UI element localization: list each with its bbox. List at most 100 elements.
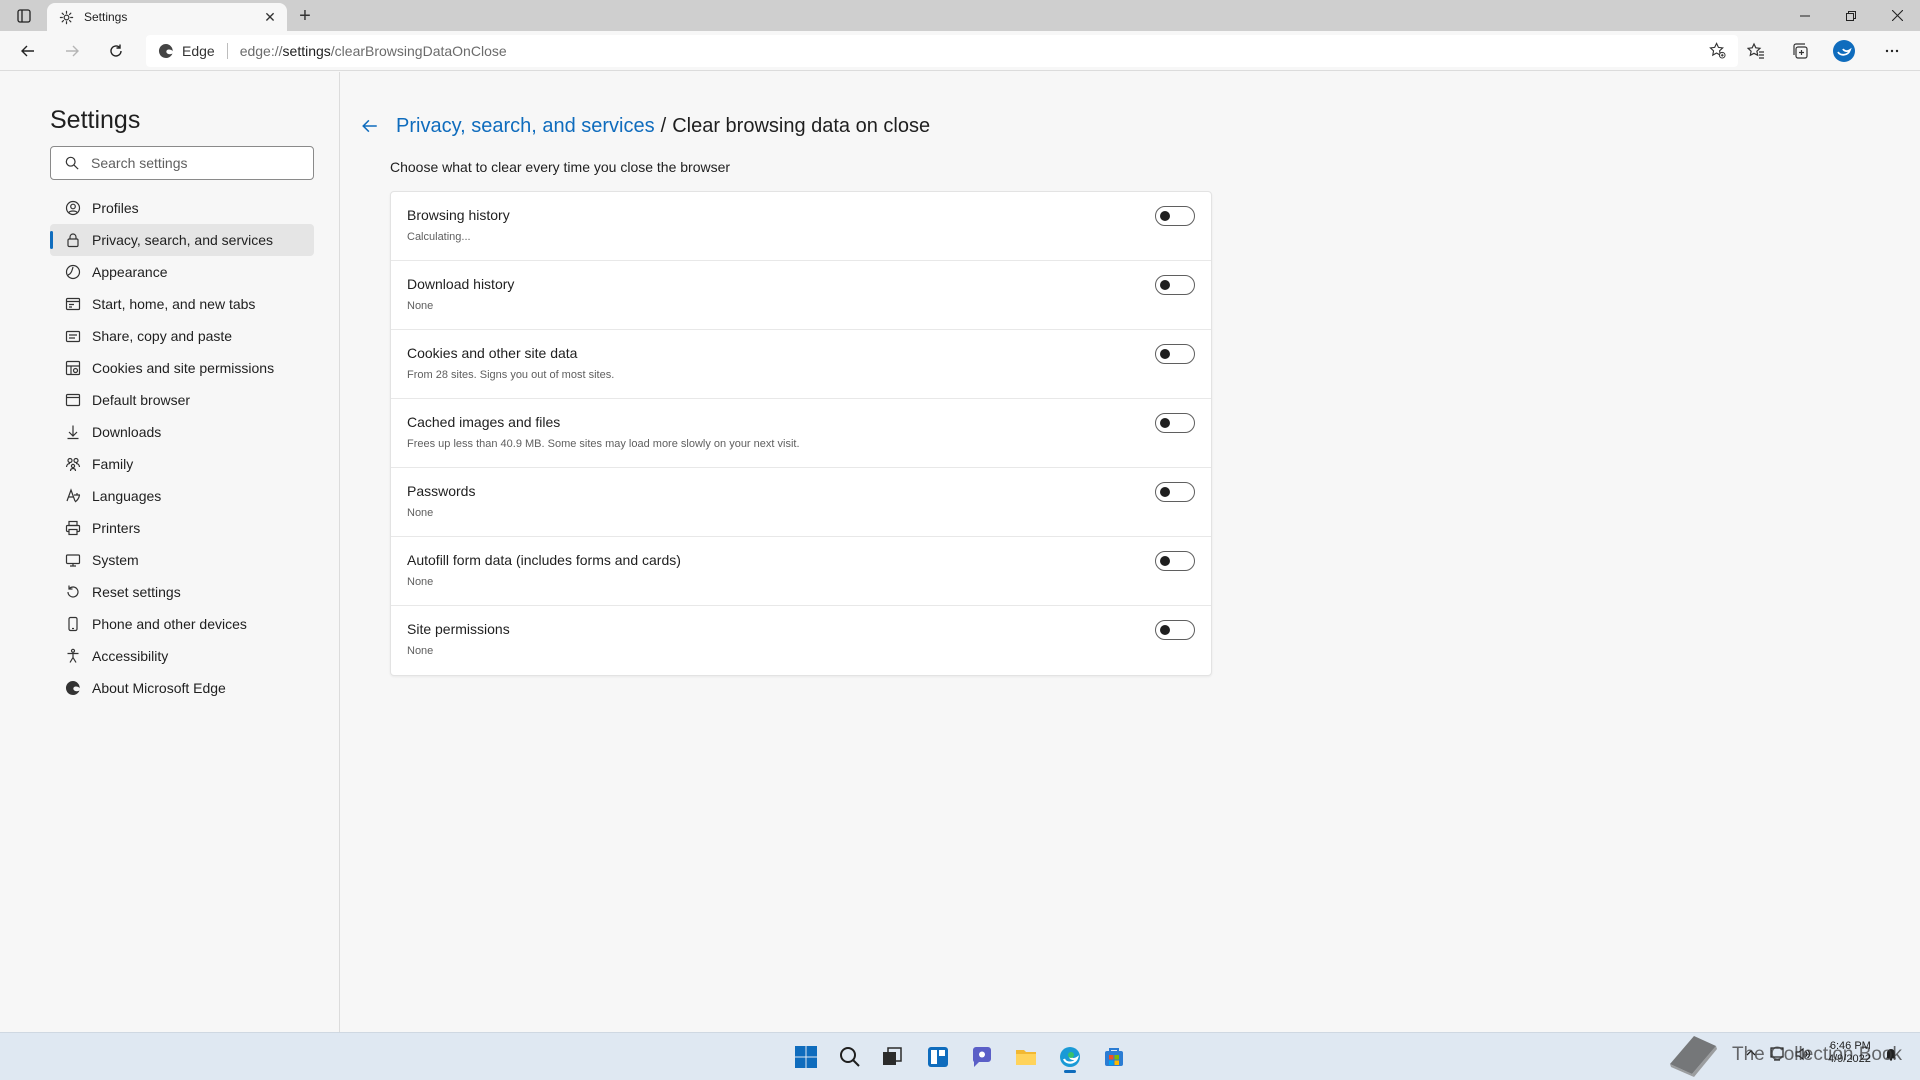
sidebar-nav-list: Profiles Privacy, search, and services A… xyxy=(50,192,314,704)
back-to-privacy-button[interactable] xyxy=(356,112,384,140)
sidebar-item-label: Phone and other devices xyxy=(92,616,247,632)
taskbar xyxy=(0,1032,1920,1080)
option-browsing-history: Browsing history Calculating... xyxy=(391,192,1211,261)
cached-images-toggle[interactable] xyxy=(1155,413,1195,433)
sidebar-item-reset-settings[interactable]: Reset settings xyxy=(50,576,314,608)
page-title: Clear browsing data on close xyxy=(672,114,931,137)
sidebar-item-family[interactable]: Family xyxy=(50,448,314,480)
restore-button[interactable] xyxy=(1828,0,1874,31)
appearance-icon xyxy=(64,263,82,281)
site-permissions-toggle[interactable] xyxy=(1155,620,1195,640)
close-icon xyxy=(1891,10,1903,21)
taskbar-search-button[interactable] xyxy=(832,1041,868,1073)
profile-button[interactable] xyxy=(1829,37,1859,65)
minimize-button[interactable] xyxy=(1782,0,1828,31)
phone-icon xyxy=(64,615,82,633)
gear-icon xyxy=(59,10,74,24)
sidebar-item-label: Profiles xyxy=(92,200,139,216)
option-title: Browsing history xyxy=(407,207,510,223)
sidebar-item-cookies-permissions[interactable]: Cookies and site permissions xyxy=(50,352,314,384)
search-settings-box[interactable] xyxy=(50,146,314,180)
refresh-button[interactable] xyxy=(101,37,131,65)
edge-icon xyxy=(64,679,82,697)
edge-taskbar-button[interactable] xyxy=(1052,1041,1088,1073)
family-icon xyxy=(64,455,82,473)
option-title: Download history xyxy=(407,276,515,292)
forward-button[interactable] xyxy=(57,37,87,65)
breadcrumb: Privacy, search, and services / Clear br… xyxy=(356,112,930,140)
sidebar-item-privacy[interactable]: Privacy, search, and services xyxy=(50,224,314,256)
passwords-toggle[interactable] xyxy=(1155,482,1195,502)
widgets-button[interactable] xyxy=(920,1041,956,1073)
option-passwords: Passwords None xyxy=(391,468,1211,537)
taskbar-clock[interactable]: 6:46 PM 4/9/2022 xyxy=(1828,1040,1871,1066)
cookies-toggle[interactable] xyxy=(1155,344,1195,364)
sidebar-item-start-home-tabs[interactable]: Start, home, and new tabs xyxy=(50,288,314,320)
option-description: Calculating... xyxy=(407,231,471,243)
sidebar-item-printers[interactable]: Printers xyxy=(50,512,314,544)
tab-actions-button[interactable] xyxy=(10,5,38,27)
sidebar-item-default-browser[interactable]: Default browser xyxy=(50,384,314,416)
url-path: /clearBrowsingDataOnClose xyxy=(330,43,507,59)
sidebar-item-appearance[interactable]: Appearance xyxy=(50,256,314,288)
collections-icon xyxy=(1793,43,1808,59)
sidebar-item-label: System xyxy=(92,552,139,568)
title-bar: Settings ✕ + xyxy=(0,0,1920,31)
address-bar[interactable]: Edge edge://settings/clearBrowsingDataOn… xyxy=(146,35,1738,67)
back-button[interactable] xyxy=(13,37,43,65)
sidebar-item-system[interactable]: System xyxy=(50,544,314,576)
file-explorer-button[interactable] xyxy=(1008,1041,1044,1073)
more-menu-button[interactable] xyxy=(1877,37,1907,65)
sidebar-item-label: Cookies and site permissions xyxy=(92,360,275,376)
tab-close-button[interactable]: ✕ xyxy=(261,8,279,26)
sidebar-item-languages[interactable]: Languages xyxy=(50,480,314,512)
sidebar-item-about-edge[interactable]: About Microsoft Edge xyxy=(50,672,314,704)
sidebar-item-share-copy-paste[interactable]: Share, copy and paste xyxy=(50,320,314,352)
browser-icon xyxy=(64,391,82,409)
minimize-icon xyxy=(1800,15,1810,16)
close-window-button[interactable] xyxy=(1874,0,1920,31)
task-view-button[interactable] xyxy=(874,1041,910,1073)
add-favorite-button[interactable] xyxy=(1709,42,1726,62)
toggle-knob xyxy=(1160,280,1170,290)
sidebar-item-label: Downloads xyxy=(92,424,162,440)
favorites-icon xyxy=(1747,42,1764,59)
sidebar-item-label: Appearance xyxy=(92,264,168,280)
watermark-text: The Collection Book xyxy=(1732,1044,1903,1065)
option-title: Cookies and other site data xyxy=(407,345,578,361)
sidebar-item-label: Family xyxy=(92,456,134,472)
sidebar-item-profiles[interactable]: Profiles xyxy=(50,192,314,224)
store-button[interactable] xyxy=(1096,1041,1132,1073)
more-horizontal-icon xyxy=(1885,49,1899,53)
option-download-history: Download history None xyxy=(391,261,1211,330)
sidebar-item-accessibility[interactable]: Accessibility xyxy=(50,640,314,672)
toggle-knob xyxy=(1160,349,1170,359)
chat-button[interactable] xyxy=(964,1041,1000,1073)
search-settings-input[interactable] xyxy=(91,155,301,171)
option-autofill: Autofill form data (includes forms and c… xyxy=(391,537,1211,606)
tab-settings[interactable]: Settings ✕ xyxy=(47,3,287,31)
favorites-button[interactable] xyxy=(1741,37,1771,65)
sidebar-item-downloads[interactable]: Downloads xyxy=(50,416,314,448)
tab-actions-icon xyxy=(17,9,31,23)
edge-icon xyxy=(1060,1047,1080,1067)
sidebar-item-label: Share, copy and paste xyxy=(92,328,233,344)
download-history-toggle[interactable] xyxy=(1155,275,1195,295)
start-button[interactable] xyxy=(788,1041,824,1073)
autofill-toggle[interactable] xyxy=(1155,551,1195,571)
option-title: Passwords xyxy=(407,483,476,499)
option-description: Frees up less than 40.9 MB. Some sites m… xyxy=(407,438,800,450)
breadcrumb-link-privacy[interactable]: Privacy, search, and services xyxy=(396,115,655,138)
browsing-history-toggle[interactable] xyxy=(1155,206,1195,226)
sidebar-item-label: Privacy, search, and services xyxy=(92,232,274,248)
sidebar-item-phone-devices[interactable]: Phone and other devices xyxy=(50,608,314,640)
option-description: None xyxy=(407,576,434,588)
profile-avatar-icon xyxy=(1833,40,1855,62)
option-title: Autofill form data (includes forms and c… xyxy=(407,552,681,568)
download-icon xyxy=(64,423,82,441)
arrow-left-icon xyxy=(21,45,34,57)
new-tab-button[interactable]: + xyxy=(293,4,317,28)
address-divider xyxy=(226,43,228,59)
page-subtitle: Choose what to clear every time you clos… xyxy=(390,159,731,175)
collections-button[interactable] xyxy=(1785,37,1815,65)
